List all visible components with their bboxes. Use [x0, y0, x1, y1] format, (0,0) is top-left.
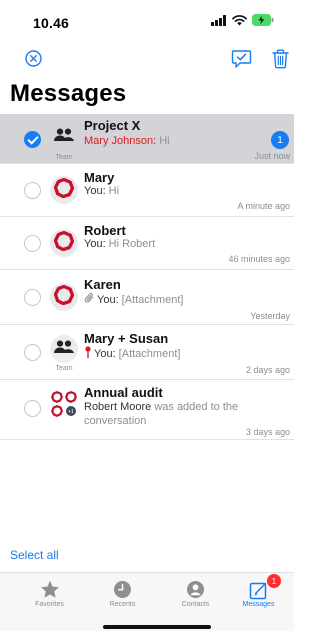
home-indicator — [103, 625, 211, 629]
toolbar — [0, 48, 294, 78]
preview-sender: You: — [84, 238, 106, 250]
close-circle-icon — [24, 50, 42, 72]
message-preview: Robert Moore was added to the — [84, 400, 238, 414]
tab-label: Messages — [242, 601, 275, 608]
cellular-signal-icon — [211, 13, 227, 31]
tab-favorites[interactable]: Favorites — [13, 573, 86, 618]
messages-icon — [248, 579, 269, 600]
avatar-caption: Team — [55, 365, 73, 372]
tab-badge: 1 — [267, 574, 281, 588]
conversation-list: Team Project X Mary Johnson: Hi 1 Just n… — [0, 114, 294, 440]
conversation-name: Annual audit — [84, 385, 163, 400]
select-checkbox[interactable] — [24, 235, 41, 252]
conversation-time: 2 days ago — [245, 365, 290, 375]
contact-avatar — [50, 283, 78, 311]
trash-icon — [271, 49, 289, 74]
status-icons — [211, 13, 274, 31]
tab-label: Favorites — [35, 601, 64, 608]
tab-messages[interactable]: 1 Messages — [222, 573, 295, 618]
paperclip-icon — [84, 292, 95, 308]
select-checkbox[interactable] — [24, 400, 41, 417]
conversation-time: Yesterday — [250, 311, 290, 321]
conversation-row[interactable]: Karen You: [Attachment] Yesterday — [0, 270, 294, 325]
tab-label: Recents — [109, 601, 136, 608]
unread-badge: 1 — [271, 131, 289, 149]
mark-read-button[interactable] — [228, 48, 254, 74]
delete-button[interactable] — [267, 48, 293, 74]
preview-sender: You: — [84, 185, 106, 197]
close-button[interactable] — [20, 48, 46, 74]
multi-badge-icon — [50, 390, 78, 423]
message-preview: You: [Attachment] — [84, 292, 183, 308]
conversation-name: Robert — [84, 223, 126, 238]
avatar-caption: Team — [55, 154, 73, 161]
preview-text: [Attachment] — [115, 347, 181, 360]
conversation-time: A minute ago — [237, 201, 290, 211]
red-badge-icon — [53, 284, 75, 310]
red-badge-icon — [53, 230, 75, 256]
preview-sender: Mary Johnson: — [84, 135, 157, 147]
conversation-name: Mary + Susan — [84, 331, 169, 346]
conversation-row[interactable]: Team Mary + Susan You: [Attachment] 2 da… — [0, 325, 294, 380]
group-icon — [53, 128, 75, 147]
preview-sender: You: — [97, 293, 119, 306]
message-preview: You: Hi Robert — [84, 237, 155, 251]
multi-contact-avatar — [50, 390, 78, 423]
select-all-button[interactable]: Select all — [10, 548, 59, 562]
avatar-count: +1 — [68, 409, 74, 415]
message-preview-line2: conversation — [84, 415, 147, 427]
select-checkbox[interactable] — [24, 289, 41, 306]
select-checkbox[interactable] — [24, 182, 41, 199]
preview-text: [Attachment] — [118, 293, 184, 306]
person-icon — [185, 579, 206, 600]
conversation-name: Mary — [84, 170, 115, 185]
battery-charging-icon — [252, 13, 274, 31]
conversation-name: Project X — [84, 118, 141, 133]
preview-text: Hi — [156, 135, 170, 147]
status-time: 10.46 — [33, 15, 70, 31]
selected-checkbox[interactable] — [24, 131, 41, 148]
page-title: Messages — [10, 80, 127, 107]
preview-sender: Robert Moore — [84, 401, 152, 413]
preview-text: was added to the — [151, 401, 239, 413]
clock-icon — [112, 579, 133, 600]
conversation-row[interactable]: +1 Annual audit Robert Moore was added t… — [0, 380, 294, 440]
conversation-time: 3 days ago — [245, 427, 290, 437]
conversation-row[interactable]: Robert You: Hi Robert 46 minutes ago — [0, 217, 294, 270]
conversation-time: Just now — [254, 151, 290, 161]
wifi-icon — [232, 13, 247, 31]
pin-icon — [84, 346, 92, 362]
message-preview: Mary Johnson: Hi — [84, 134, 170, 148]
conversation-row[interactable]: Mary You: Hi A minute ago — [0, 164, 294, 217]
contact-avatar — [50, 229, 78, 257]
select-checkbox[interactable] — [24, 344, 41, 361]
star-icon — [39, 579, 60, 600]
group-avatar — [50, 123, 78, 151]
preview-text: Hi Robert — [105, 238, 156, 250]
status-bar: 10.46 — [0, 0, 294, 44]
conversation-name: Karen — [84, 277, 121, 292]
preview-sender: You: — [94, 347, 116, 360]
conversation-row[interactable]: Team Project X Mary Johnson: Hi 1 Just n… — [0, 114, 294, 164]
mark-read-icon — [231, 49, 252, 74]
group-avatar — [50, 335, 78, 363]
tab-recents[interactable]: Recents — [86, 573, 159, 618]
message-preview: You: [Attachment] — [84, 346, 180, 362]
preview-text: Hi — [105, 185, 120, 197]
tab-bar: Favorites Recents Contacts 1 Messages — [0, 572, 294, 631]
conversation-time: 46 minutes ago — [228, 254, 290, 264]
group-icon — [53, 340, 75, 359]
red-badge-icon — [53, 177, 75, 203]
contact-avatar — [50, 176, 78, 204]
message-preview: You: Hi — [84, 184, 119, 198]
